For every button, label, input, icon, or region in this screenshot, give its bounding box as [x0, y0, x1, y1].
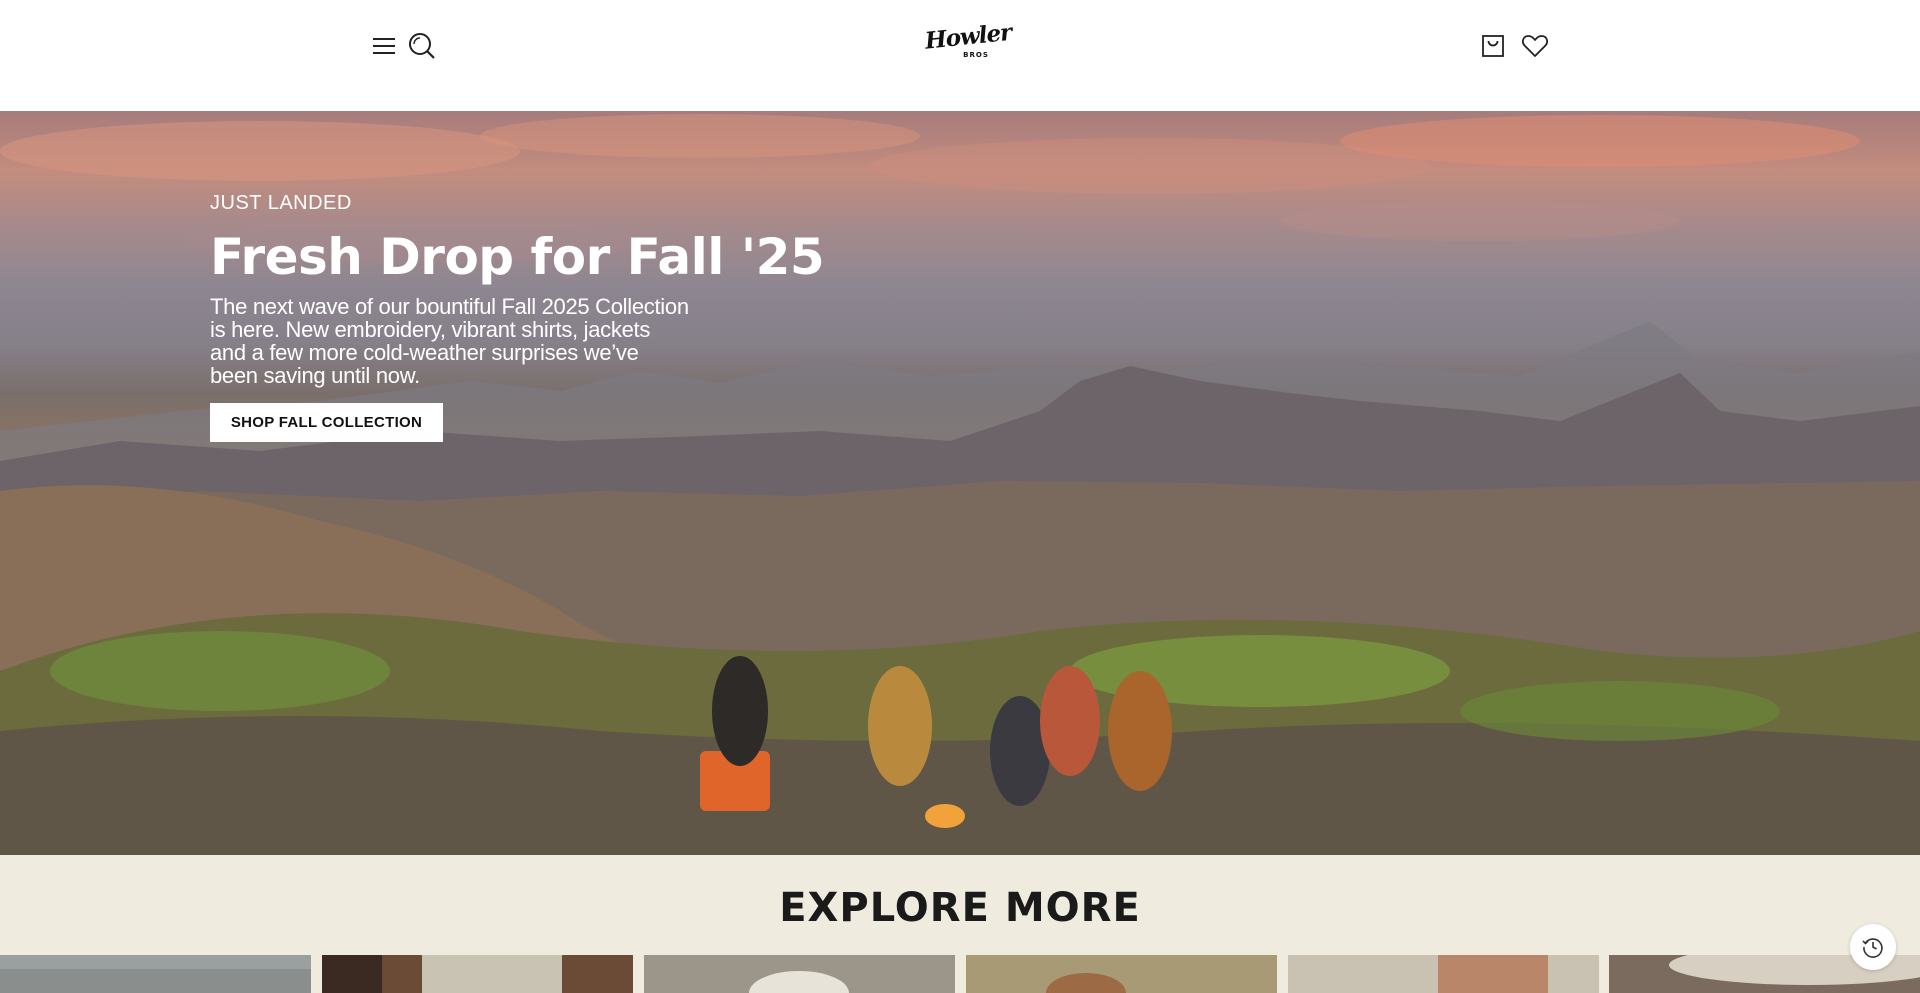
explore-more-title: EXPLORE MORE — [779, 885, 1141, 931]
explore-tile-5[interactable] — [1288, 955, 1599, 993]
explore-more-section: EXPLORE MORE — [0, 855, 1920, 993]
cart-button[interactable] — [1477, 30, 1509, 62]
explore-tile-2[interactable] — [322, 955, 633, 993]
hamburger-menu-icon — [373, 38, 395, 54]
shop-fall-collection-button[interactable]: SHOP FALL COLLECTION — [210, 403, 443, 442]
heart-icon — [1522, 35, 1548, 57]
explore-tile-5-image — [1288, 955, 1599, 993]
explore-tile-4[interactable] — [966, 955, 1277, 993]
search-icon — [409, 33, 435, 59]
site-header: Howler BROS — [0, 0, 1920, 111]
logo-subtext: BROS — [963, 51, 989, 59]
search-button[interactable] — [406, 30, 438, 62]
logo-wordmark: Howler — [923, 18, 1013, 55]
explore-tile-2-image — [322, 955, 633, 993]
explore-tile-3-image — [644, 955, 955, 993]
menu-button[interactable] — [368, 30, 400, 62]
shopping-bag-icon — [1482, 35, 1504, 57]
hero-eyebrow: JUST LANDED — [210, 192, 352, 214]
recently-viewed-button[interactable] — [1850, 924, 1896, 970]
explore-tile-1-image — [0, 955, 311, 993]
hero-text-block: JUST LANDED Fresh Drop for Fall '25 The … — [210, 191, 825, 442]
hero-banner: JUST LANDED Fresh Drop for Fall '25 The … — [0, 111, 1920, 855]
site-logo[interactable]: Howler BROS — [924, 19, 1013, 66]
hero-description: The next wave of our bountiful Fall 2025… — [210, 294, 689, 388]
hero-title: Fresh Drop for Fall '25 — [210, 228, 825, 286]
explore-tile-3[interactable] — [644, 955, 955, 993]
history-clock-icon — [1862, 938, 1883, 958]
wishlist-button[interactable] — [1519, 30, 1551, 62]
explore-tile-1[interactable] — [0, 955, 311, 993]
explore-tile-4-image — [966, 955, 1277, 993]
